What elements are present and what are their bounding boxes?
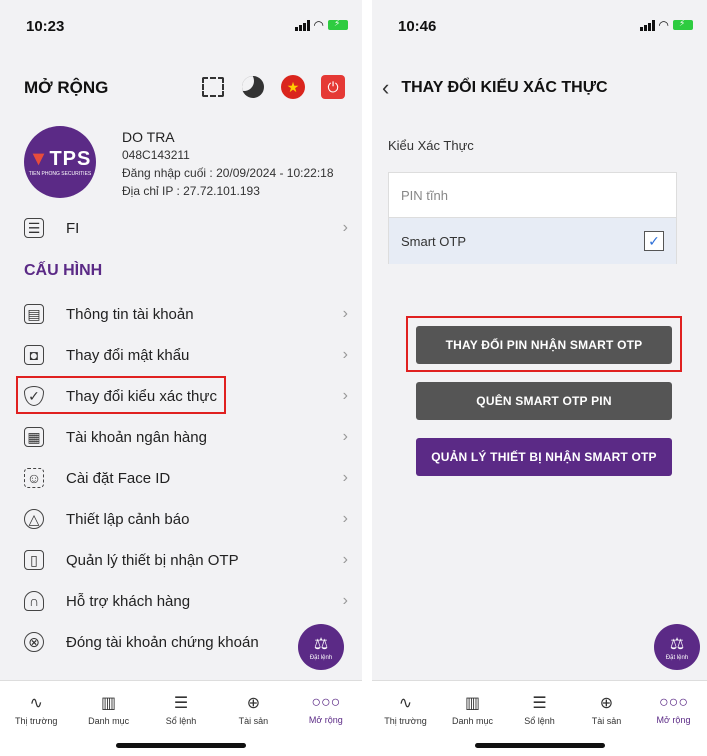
highlight-box [16,376,226,414]
qr-scan-icon [202,77,224,97]
chevron-right-icon: › [342,305,348,322]
battery-icon [673,18,693,30]
dark-mode-button[interactable] [240,74,266,100]
last-login: Đăng nhập cuối : 20/09/2024 - 10:22:18 [122,166,334,180]
headset-icon: ∩ [24,591,44,611]
chevron-right-icon: › [342,551,348,568]
face-id-icon: ☺ [24,468,44,488]
menu-item-change-password[interactable]: ◘ Thay đổi mật khẩu › [24,335,348,375]
option-static-pin[interactable]: PIN tĩnh [389,173,676,218]
page-title: MỞ RỘNG [24,78,109,97]
place-order-fab[interactable]: ⚖ Đặt lệnh [298,624,344,670]
tab-orders[interactable]: ☰ Sổ lệnh [506,689,573,729]
pie-chart-icon: ⊕ [246,694,261,712]
status-time: 10:46 [398,18,437,35]
chevron-right-icon: › [342,469,348,486]
tab-more[interactable]: ○○○ Mở rộng [640,689,707,729]
checkbox-checked-icon[interactable]: ✓ [644,231,664,251]
tab-orders[interactable]: ☰ Sổ lệnh [145,689,217,729]
signal-icon [294,19,310,31]
menu-screen: 10:23 ◠ MỞ RỘNG ★ ⏻ ▼TPS TIEN PHONG SECU… [0,0,362,756]
menu-item-alerts[interactable]: △ Thiết lập cảnh báo › [24,499,348,539]
bar-chart-icon: ▥ [464,694,481,712]
chevron-right-icon: › [342,219,348,236]
tab-portfolio[interactable]: ▥ Danh mục [439,689,506,729]
lock-icon: ◘ [24,345,44,365]
home-indicator [474,743,605,748]
vietnam-flag-icon: ★ [281,75,305,99]
menu-item-face-id[interactable]: ☺ Cài đặt Face ID › [24,458,348,498]
chevron-right-icon: › [342,510,348,527]
chevron-right-icon: › [342,592,348,609]
status-bar: 10:23 ◠ [0,0,362,50]
list-icon: ☰ [24,218,44,238]
option-smart-otp[interactable]: Smart OTP ✓ [389,218,676,264]
bottom-tab-bar: ∿ Thị trường ▥ Danh mục ☰ Sổ lệnh ⊕ Tài sản … [0,680,362,756]
bottom-tab-bar: ∿ Thị trường ▥ Danh mục ☰ Sổ lệnh ⊕ Tài sản … [372,680,707,756]
manage-devices-button[interactable]: QUẢN LÝ THIẾT BỊ NHẬN SMART OTP [416,438,672,476]
device-icon: ▯ [24,550,44,570]
auth-type-options: PIN tĩnh Smart OTP ✓ [388,172,677,264]
highlight-box [406,316,682,372]
signal-icon [639,19,655,31]
wifi-icon: ◠ [313,18,324,32]
ip-address: Địa chỉ IP : 27.72.101.193 [122,184,260,198]
wifi-icon: ◠ [658,18,669,32]
logout-button[interactable]: ⏻ [320,74,346,100]
more-dots-icon: ○○○ [659,693,688,711]
chevron-right-icon: › [342,346,348,363]
list-icon: ☰ [173,694,189,712]
list-icon: ☰ [532,694,547,712]
bell-icon: △ [24,509,44,529]
tab-assets[interactable]: ⊕ Tài sản [217,689,289,729]
chevron-right-icon: › [342,428,348,445]
place-order-fab[interactable]: ⚖ Đặt lệnh [654,624,700,670]
forgot-pin-button[interactable]: QUÊN SMART OTP PIN [416,382,672,420]
user-name: DO TRA [122,129,175,145]
pulse-icon: ∿ [29,694,43,712]
section-title: CẤU HÌNH [24,262,103,279]
page-title: THAY ĐỔI KIỂU XÁC THỰC [401,79,608,96]
tab-assets[interactable]: ⊕ Tài sản [573,689,640,729]
bank-icon: ▦ [24,427,44,447]
status-time: 10:23 [26,18,65,35]
menu-item-bank-account[interactable]: ▦ Tài khoản ngân hàng › [24,417,348,457]
gavel-icon: ⚖ [313,635,329,653]
menu-item-account-info[interactable]: ▤ Thông tin tài khoản › [24,294,348,334]
chevron-right-icon: › [342,387,348,404]
account-number: 048C143211 [122,148,190,162]
id-card-icon: ▤ [24,304,44,324]
status-bar: 10:46 ◠ [372,0,707,50]
auth-type-screen: 10:46 ◠ ‹ THAY ĐỔI KIỂU XÁC THỰC Kiểu Xá… [372,0,707,756]
more-dots-icon: ○○○ [311,693,341,711]
menu-item-otp-devices[interactable]: ▯ Quản lý thiết bị nhận OTP › [24,540,348,580]
tps-logo: ▼TPS [28,147,92,170]
close-account-icon: ⊗ [24,632,44,652]
language-button[interactable]: ★ [280,74,306,100]
pulse-icon: ∿ [398,694,413,712]
profile-card: ▼TPS TIEN PHONG SECURITIES DO TRA 048C14… [24,122,352,212]
tab-portfolio[interactable]: ▥ Danh mục [72,689,144,729]
menu-item-support[interactable]: ∩ Hỗ trợ khách hàng › [24,581,348,621]
moon-icon [242,76,264,98]
avatar: ▼TPS TIEN PHONG SECURITIES [24,126,96,198]
tab-more[interactable]: ○○○ Mở rộng [290,689,362,729]
auth-type-label: Kiểu Xác Thực [388,138,474,153]
qr-scan-button[interactable] [200,74,226,100]
menu-item-fi[interactable]: ☰ FI › [24,208,348,248]
gavel-icon: ⚖ [669,635,685,653]
home-indicator [116,743,246,748]
power-icon: ⏻ [321,75,345,99]
pie-chart-icon: ⊕ [599,694,614,712]
bar-chart-icon: ▥ [101,694,117,712]
tab-market[interactable]: ∿ Thị trường [372,689,439,729]
tab-market[interactable]: ∿ Thị trường [0,689,72,729]
back-button[interactable]: ‹ [382,75,389,101]
battery-icon [328,18,348,30]
